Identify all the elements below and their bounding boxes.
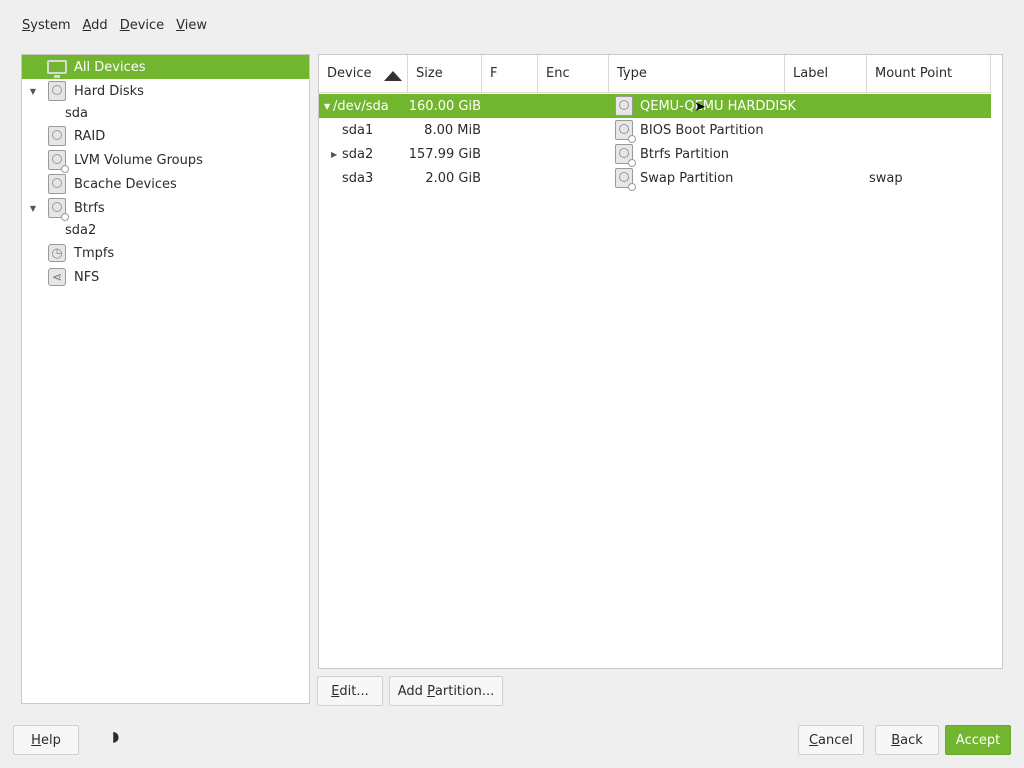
sort-ascending-icon	[384, 71, 402, 81]
cell-size: 2.00 GiB	[425, 170, 481, 186]
edit-button[interactable]: Edit...	[317, 676, 383, 706]
tree-item-label: Btrfs	[74, 200, 105, 216]
cell-type: BIOS Boot Partition	[640, 122, 764, 138]
partition-icon	[613, 119, 636, 143]
tree-item-bcache-devices[interactable]: Bcache Devices	[22, 172, 309, 196]
tree-item-sda[interactable]: sda	[22, 101, 309, 125]
nfs-icon: ⋖	[46, 266, 68, 288]
column-header-device[interactable]: Device	[319, 55, 408, 93]
tree-item-label: LVM Volume Groups	[74, 152, 203, 168]
monitor-icon	[46, 56, 68, 78]
menu-device[interactable]: Device	[120, 16, 164, 36]
tree-item-btrfs[interactable]: ▼ Btrfs	[22, 196, 309, 221]
lvm-icon	[46, 149, 69, 173]
partition-icon	[613, 167, 636, 191]
tree-item-raid[interactable]: RAID	[22, 124, 309, 148]
tree-item-label: Tmpfs	[74, 245, 115, 261]
accept-button[interactable]: Accept	[945, 725, 1011, 755]
cell-size: 157.99 GiB	[408, 146, 481, 162]
expanded-arrow-icon[interactable]: ▼	[28, 87, 38, 96]
partition-icon	[613, 143, 636, 167]
tree-item-label: All Devices	[74, 59, 146, 75]
column-header-size[interactable]: Size	[408, 55, 482, 93]
moon-icon[interactable]: ◗	[112, 730, 126, 744]
table-row[interactable]: sda1 8.00 MiB BIOS Boot Partition	[319, 118, 991, 143]
tree-item-nfs[interactable]: ⋖ NFS	[22, 265, 309, 289]
menu-add[interactable]: Add	[83, 16, 108, 36]
tree-item-sda2[interactable]: sda2	[22, 218, 309, 242]
help-button[interactable]: Help	[13, 725, 79, 755]
table-row[interactable]: sda3 2.00 GiB Swap Partition swap	[319, 166, 991, 191]
back-button[interactable]: Back	[875, 725, 939, 755]
table-row[interactable]: ▶ sda2 157.99 GiB Btrfs Partition	[319, 142, 991, 167]
column-header-mount-point[interactable]: Mount Point	[867, 55, 991, 93]
tree-item-label: RAID	[74, 128, 106, 144]
menu-view[interactable]: View	[176, 16, 207, 36]
menu-system[interactable]: System	[22, 16, 71, 36]
column-header-label[interactable]: Label	[785, 55, 867, 93]
cell-mount-point: swap	[869, 170, 903, 186]
cell-size: 8.00 MiB	[424, 122, 481, 138]
tree-item-tmpfs[interactable]: Tmpfs	[22, 241, 309, 265]
hard-disk-icon	[46, 80, 68, 102]
cell-device: sda3	[342, 170, 374, 186]
raid-icon	[46, 125, 68, 147]
cell-device: sda2	[342, 146, 374, 162]
cell-type: Btrfs Partition	[640, 146, 730, 162]
cell-type: Swap Partition	[640, 170, 734, 186]
tree-item-lvm-volume-groups[interactable]: LVM Volume Groups	[22, 148, 309, 173]
tree-item-hard-disks[interactable]: ▼ Hard Disks	[22, 79, 309, 103]
mouse-cursor-icon: ➤	[694, 99, 706, 115]
cell-device: /dev/sda	[333, 98, 389, 114]
column-header-type[interactable]: Type	[609, 55, 785, 93]
expanded-arrow-icon[interactable]: ▼	[324, 102, 330, 111]
cell-size: 160.00 GiB	[408, 98, 481, 114]
tree-item-label: sda	[65, 105, 88, 121]
bcache-icon	[46, 173, 68, 195]
cancel-button[interactable]: Cancel	[798, 725, 864, 755]
collapsed-arrow-icon[interactable]: ▶	[331, 150, 337, 159]
tree-item-label: Bcache Devices	[74, 176, 177, 192]
tree-item-label: NFS	[74, 269, 100, 285]
table-row[interactable]: ▼ /dev/sda 160.00 GiB QEMU-QEMU HARDDISK…	[319, 94, 991, 118]
btrfs-icon	[46, 197, 69, 221]
column-header-enc[interactable]: Enc	[538, 55, 609, 93]
tmpfs-icon	[46, 242, 68, 264]
hard-disk-icon	[613, 95, 635, 117]
tree-item-label: sda2	[65, 222, 97, 238]
tree-item-all-devices[interactable]: All Devices	[22, 55, 309, 79]
cell-type: QEMU-QEMU HARDDISK	[640, 98, 796, 114]
column-header-f[interactable]: F	[482, 55, 538, 93]
table-header: Device Size F Enc Type Label Mount Point	[319, 55, 991, 93]
tree-item-label: Hard Disks	[74, 83, 144, 99]
device-tree: All Devices ▼ Hard Disks sda RAID LVM Vo…	[21, 54, 310, 704]
cell-device: sda1	[342, 122, 374, 138]
expanded-arrow-icon[interactable]: ▼	[28, 204, 38, 213]
device-table: Device Size F Enc Type Label Mount Point…	[318, 54, 1003, 669]
menubar: System Add Device View	[22, 16, 219, 36]
add-partition-button[interactable]: Add Partition...	[389, 676, 503, 706]
